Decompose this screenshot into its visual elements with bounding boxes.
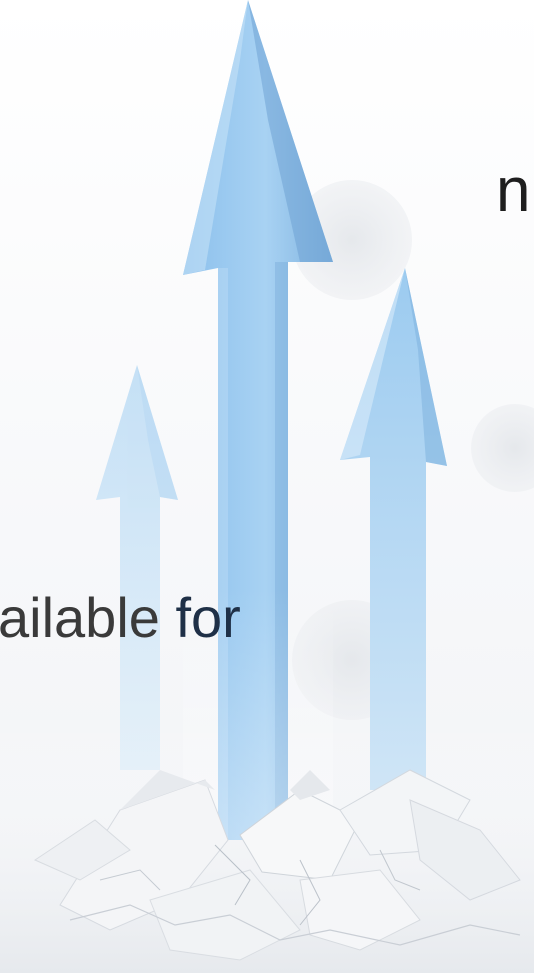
small-arrow-left	[96, 365, 178, 770]
body-fragment-a: ailable	[0, 586, 176, 649]
body-fragment-b: for	[175, 586, 241, 649]
slide-canvas: n ailable for	[0, 0, 534, 973]
title-fragment: n	[496, 160, 531, 222]
bubble-shape	[471, 404, 534, 492]
growth-arrows-illustration	[0, 0, 534, 973]
tall-arrow-main	[183, 0, 333, 840]
body-fragment: ailable for	[0, 590, 241, 646]
